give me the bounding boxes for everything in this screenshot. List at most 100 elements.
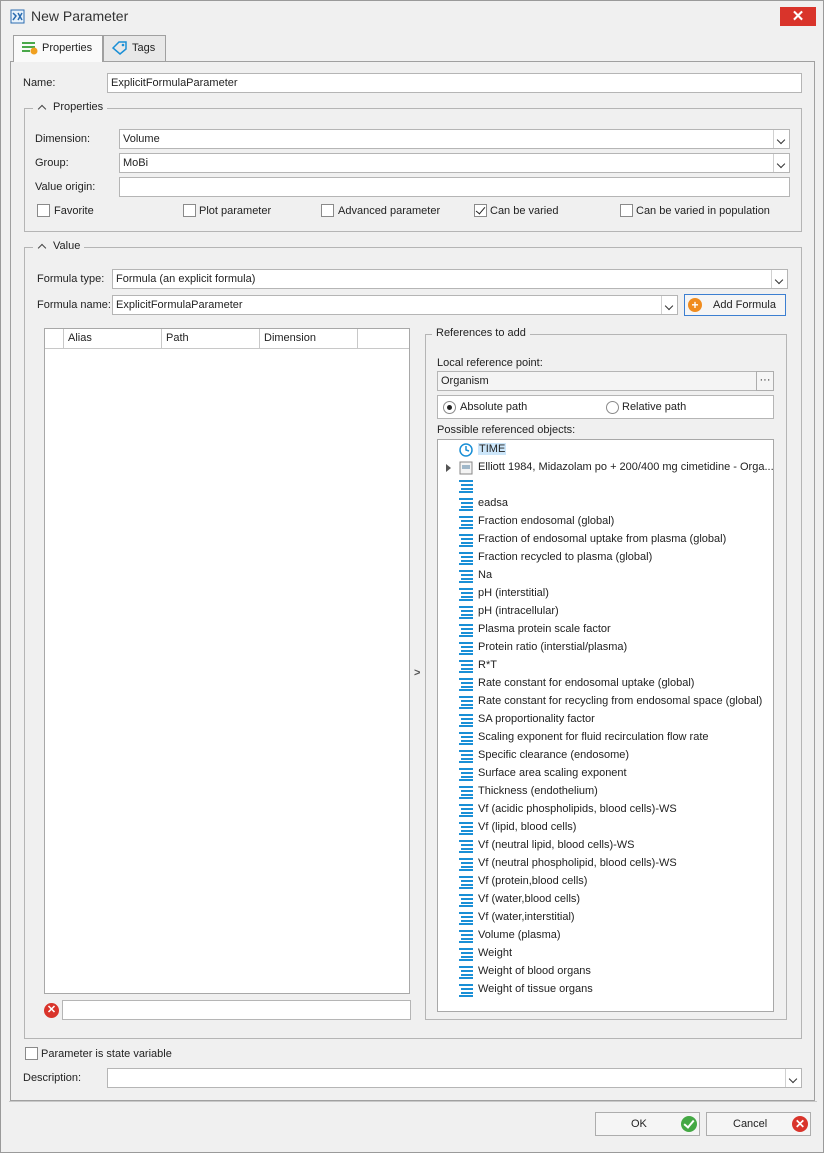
chevron-down-icon[interactable]: [773, 130, 789, 148]
tree-item-parameter[interactable]: Vf (water,interstitial): [438, 909, 773, 927]
browse-button[interactable]: ···: [756, 371, 774, 391]
move-reference-arrow[interactable]: >: [414, 667, 420, 679]
parameter-icon: [459, 804, 473, 817]
close-window-button[interactable]: ✕: [780, 7, 816, 26]
formula-name-label: Formula name:: [37, 299, 111, 311]
chevron-down-icon[interactable]: [785, 1069, 801, 1087]
tree-item-parameter[interactable]: R*T: [438, 657, 773, 675]
tree-item-parameter[interactable]: Fraction recycled to plasma (global): [438, 549, 773, 567]
value-origin-label: Value origin:: [35, 181, 96, 193]
tree-item-parameter[interactable]: Weight of blood organs: [438, 963, 773, 981]
chevron-down-icon[interactable]: [773, 154, 789, 172]
alias-column-header[interactable]: Alias: [64, 329, 162, 348]
absolute-path-radio[interactable]: [443, 401, 456, 414]
tab-tags[interactable]: Tags: [103, 35, 166, 61]
tree-item-parameter[interactable]: Vf (protein,blood cells): [438, 873, 773, 891]
window-title: New Parameter: [31, 8, 129, 24]
cancel-button[interactable]: Cancel ✕: [706, 1112, 811, 1136]
parameter-icon: [459, 678, 473, 691]
parameter-icon: [459, 570, 473, 583]
local-reference-input[interactable]: Organism: [437, 371, 757, 391]
tree-item-parameter[interactable]: [438, 477, 773, 495]
tree-item-simulation[interactable]: Elliott 1984, Midazolam po + 200/400 mg …: [438, 459, 773, 477]
tree-item-time[interactable]: TIME: [438, 441, 773, 459]
parameter-icon: [459, 948, 473, 961]
tree-item-parameter[interactable]: pH (intracellular): [438, 603, 773, 621]
chevron-down-icon[interactable]: [661, 296, 677, 314]
parameter-icon: [459, 966, 473, 979]
varied-in-population-checkbox[interactable]: [620, 204, 633, 217]
formula-type-select[interactable]: Formula (an explicit formula): [112, 269, 788, 289]
parameter-icon: [459, 750, 473, 763]
description-input[interactable]: [107, 1068, 802, 1088]
state-variable-checkbox[interactable]: [25, 1047, 38, 1060]
tree-item-parameter[interactable]: Na: [438, 567, 773, 585]
value-origin-input[interactable]: [119, 177, 790, 197]
tree-item-parameter[interactable]: Fraction of endosomal uptake from plasma…: [438, 531, 773, 549]
parameter-icon: [459, 642, 473, 655]
tree-item-parameter[interactable]: Surface area scaling exponent: [438, 765, 773, 783]
parameter-icon: [459, 858, 473, 871]
parameter-icon: [459, 786, 473, 799]
tree-item-parameter[interactable]: Thickness (endothelium): [438, 783, 773, 801]
tree-item-parameter[interactable]: Weight: [438, 945, 773, 963]
tree-item-parameter[interactable]: pH (interstitial): [438, 585, 773, 603]
tree-item-label: Fraction endosomal (global): [478, 515, 615, 527]
absolute-path-label: Absolute path: [460, 401, 528, 413]
tree-item-label: Surface area scaling exponent: [478, 767, 627, 779]
properties-group-header[interactable]: Properties: [33, 101, 108, 114]
tree-item-parameter[interactable]: eadsa: [438, 495, 773, 513]
add-formula-button[interactable]: + Add Formula: [684, 294, 786, 316]
tree-item-label: Vf (neutral lipid, blood cells)-WS: [478, 839, 635, 851]
tree-item-parameter[interactable]: Plasma protein scale factor: [438, 621, 773, 639]
plot-parameter-checkbox[interactable]: [183, 204, 196, 217]
chevron-down-icon[interactable]: [771, 270, 787, 288]
favorite-checkbox[interactable]: [37, 204, 50, 217]
expand-arrow-icon: [446, 464, 451, 472]
formula-input[interactable]: [62, 1000, 411, 1020]
local-reference-label: Local reference point:: [437, 357, 543, 369]
tree-item-parameter[interactable]: Vf (neutral phospholipid, blood cells)-W…: [438, 855, 773, 873]
tree-item-parameter[interactable]: Weight of tissue organs: [438, 981, 773, 999]
can-be-varied-checkbox[interactable]: [474, 204, 487, 217]
referenced-objects-tree[interactable]: TIME Elliott 1984, Midazolam po + 200/40…: [437, 439, 774, 1012]
tree-item-label: Na: [478, 569, 493, 581]
tree-item-parameter[interactable]: SA proportionality factor: [438, 711, 773, 729]
relative-path-radio[interactable]: [606, 401, 619, 414]
dimension-select[interactable]: Volume: [119, 129, 790, 149]
references-group-title: References to add: [432, 327, 530, 339]
formula-name-select[interactable]: ExplicitFormulaParameter: [112, 295, 678, 315]
tree-item-parameter[interactable]: Volume (plasma): [438, 927, 773, 945]
parameter-icon: [459, 624, 473, 637]
simulation-icon: [459, 461, 473, 475]
tree-item-parameter[interactable]: Protein ratio (interstial/plasma): [438, 639, 773, 657]
tree-item-label: R*T: [478, 659, 497, 671]
tree-item-parameter[interactable]: Rate constant for recycling from endosom…: [438, 693, 773, 711]
state-variable-label: Parameter is state variable: [41, 1048, 172, 1060]
cancel-label: Cancel: [733, 1118, 768, 1130]
formula-type-label: Formula type:: [37, 273, 105, 285]
possible-objects-label: Possible referenced objects:: [437, 424, 576, 436]
tree-item-label: Vf (water,blood cells): [478, 893, 581, 905]
tree-item-parameter[interactable]: Vf (lipid, blood cells): [438, 819, 773, 837]
formula-references-grid[interactable]: Alias Path Dimension: [44, 328, 410, 994]
advanced-parameter-checkbox[interactable]: [321, 204, 334, 217]
group-select[interactable]: MoBi: [119, 153, 790, 173]
row-indicator-column: [45, 329, 64, 348]
tree-item-parameter[interactable]: Vf (neutral lipid, blood cells)-WS: [438, 837, 773, 855]
path-column-header[interactable]: Path: [162, 329, 260, 348]
name-label: Name:: [23, 77, 56, 89]
tree-item-parameter[interactable]: Fraction endosomal (global): [438, 513, 773, 531]
dimension-column-header[interactable]: Dimension: [260, 329, 358, 348]
ok-button[interactable]: OK: [595, 1112, 700, 1136]
tree-item-parameter[interactable]: Rate constant for endosomal uptake (glob…: [438, 675, 773, 693]
tree-item-label: Vf (acidic phospholipids, blood cells)-W…: [478, 803, 677, 815]
tree-item-parameter[interactable]: Scaling exponent for fluid recirculation…: [438, 729, 773, 747]
value-group-header[interactable]: Value: [33, 240, 85, 253]
tab-properties[interactable]: Properties: [13, 35, 103, 62]
tree-item-parameter[interactable]: Specific clearance (endosome): [438, 747, 773, 765]
tree-item-parameter[interactable]: Vf (acidic phospholipids, blood cells)-W…: [438, 801, 773, 819]
name-input[interactable]: ExplicitFormulaParameter: [107, 73, 802, 93]
parameter-icon: [459, 516, 473, 529]
tree-item-parameter[interactable]: Vf (water,blood cells): [438, 891, 773, 909]
